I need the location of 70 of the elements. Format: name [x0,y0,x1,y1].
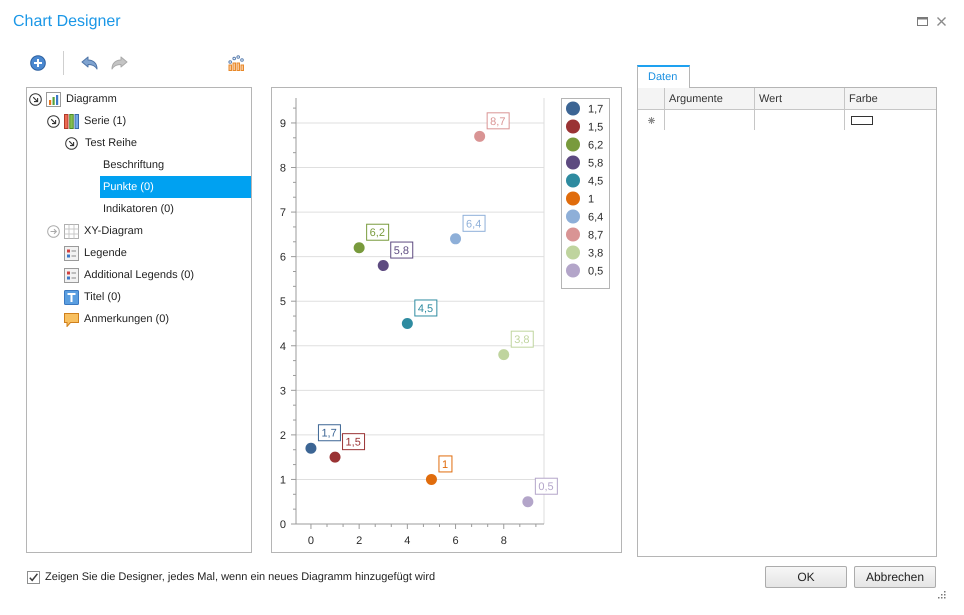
cancel-button[interactable]: Abbrechen [854,566,936,588]
data-label: 1,5 [342,433,366,450]
ok-button[interactable]: OK [765,566,847,588]
data-label: 4,5 [414,299,438,316]
column-header[interactable]: Wert [755,88,845,109]
axis-tick-label: 6 [452,535,459,547]
axis-tick-label: 8 [280,162,286,175]
axis-tick-label: 4 [280,340,286,353]
data-label: 8,7 [486,112,510,130]
legend-label: 6,2 [588,140,604,152]
axis-tick-label: 6 [280,252,286,264]
data-label: 0,5 [534,478,558,495]
column-header[interactable]: Farbe [845,88,936,109]
bars-icon [64,114,79,128]
speech-bubble-icon [64,312,79,326]
axis-tick-label: 7 [280,207,286,220]
tree-item[interactable]: Anmerkungen (0) [81,308,251,330]
axis-tick-label: 9 [280,118,286,130]
legend-label: 4,5 [588,176,604,188]
window-title: Chart Designer [13,12,121,32]
tree-item[interactable]: Test Reihe [82,132,251,154]
data-label: 5,8 [390,242,414,259]
expander-icon[interactable] [65,136,78,150]
tree-item[interactable]: Legende [81,242,251,264]
undo-icon[interactable] [81,56,98,70]
axis-tick-label: 0 [308,535,314,547]
legend-label: 1 [588,194,594,206]
tree-item[interactable]: XY-Diagram [81,220,251,242]
legend-label: 6,4 [588,212,604,224]
color-swatch-icon [851,116,873,124]
axis-tick-label: 0 [280,519,286,531]
checkbox[interactable] [27,570,40,584]
legend-label: 5,8 [588,158,604,170]
legend-icon [64,268,79,282]
expander-icon[interactable] [47,114,60,128]
data-label: 6,4 [462,214,486,232]
data-label: 6,2 [366,224,390,241]
column-header[interactable]: Argumente [665,88,755,109]
axis-tick-label: 4 [404,535,410,547]
axis-tick-label: 8 [500,535,507,547]
axis-tick-label: 5 [280,296,286,308]
legend-label: 3,8 [588,248,604,260]
tree-item[interactable]: Indikatoren (0) [100,198,251,220]
resize-grip-icon[interactable] [937,590,946,599]
tree-item[interactable]: Beschriftung [100,154,251,176]
close-icon[interactable] [937,17,946,26]
axis-tick-label: 3 [280,385,286,398]
legend-label: 0,5 [588,266,604,278]
title-icon [64,290,79,304]
tree-item[interactable]: Diagramm [63,88,251,110]
chart-icon[interactable] [228,55,244,71]
legend-icon [64,246,79,260]
data-label: 1 [438,455,452,472]
tree-item[interactable]: Titel (0) [81,286,251,308]
data-label: 1,7 [318,424,341,442]
expander-icon[interactable] [29,92,42,106]
checkbox-label[interactable]: Zeigen Sie die Designer, jedes Mal, wenn ein neues Diagramm hinzugefügt wird [45,571,436,583]
legend-label: 1,7 [588,104,604,116]
legend-label: 1,5 [588,122,604,134]
tree-item[interactable]: Serie (1) [81,110,251,132]
bar-chart-icon [46,92,61,106]
axis-tick-label: 1 [280,474,286,486]
data-label: 3,8 [510,330,534,348]
axis-tick-label: 2 [280,430,286,442]
maximize-icon[interactable] [917,17,928,26]
tree-item[interactable]: Additional Legends (0) [81,264,251,286]
grid-icon [64,224,79,238]
plus-icon[interactable] [30,55,46,71]
legend-label: 8,7 [588,230,604,242]
axis-tick-label: 2 [356,535,362,547]
